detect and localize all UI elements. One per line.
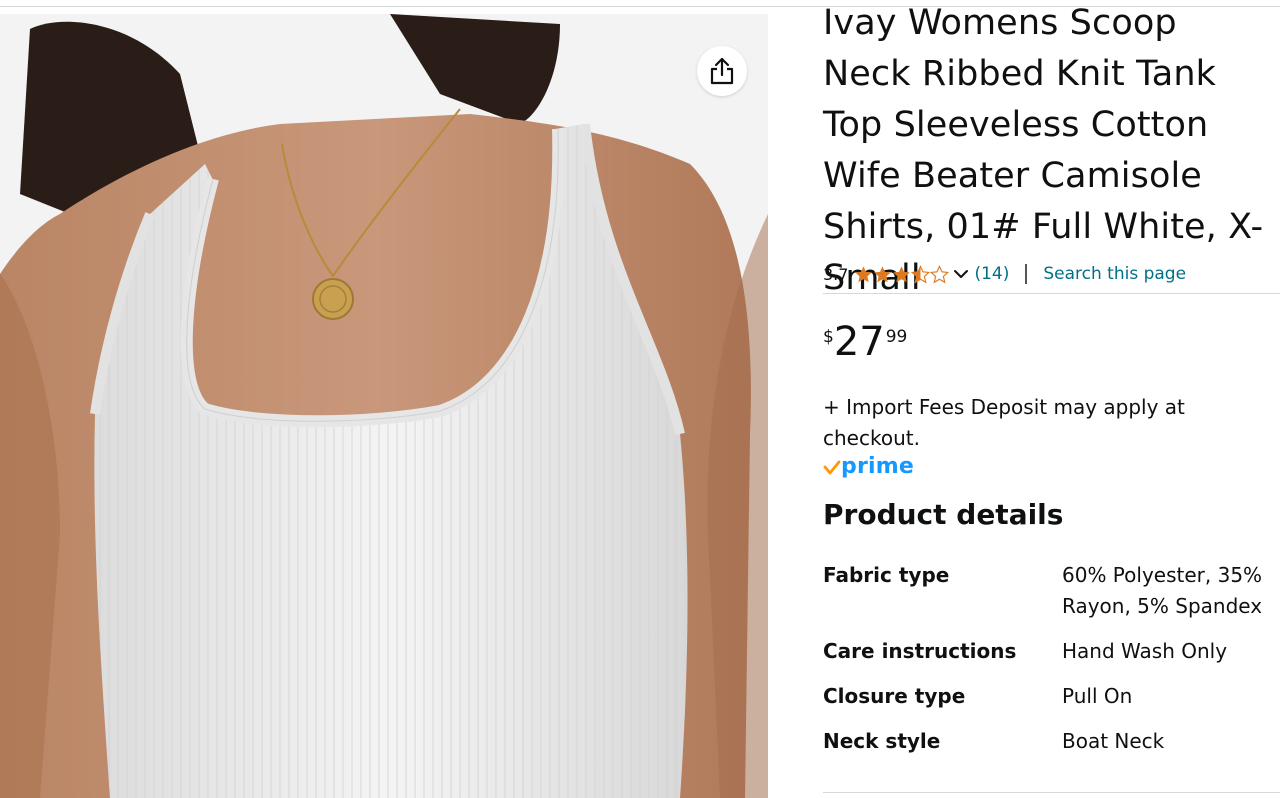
spec-row-closure-type: Closure type Pull On xyxy=(823,681,1280,712)
product-details-table: Fabric type 60% Polyester, 35% Rayon, 5%… xyxy=(823,560,1280,757)
prime-check-icon xyxy=(823,460,841,474)
price-symbol: $ xyxy=(823,327,834,347)
spec-label: Neck style xyxy=(823,729,941,753)
price-fraction: 99 xyxy=(885,327,908,347)
spec-label: Closure type xyxy=(823,684,966,708)
review-count-link[interactable]: (14) xyxy=(974,264,1009,284)
import-fees-note: + Import Fees Deposit may apply at check… xyxy=(823,395,1185,450)
spec-row-fabric-type: Fabric type 60% Polyester, 35% Rayon, 5%… xyxy=(823,560,1280,622)
prime-label: prime xyxy=(841,454,914,479)
share-icon xyxy=(710,57,734,85)
star-rating[interactable] xyxy=(854,264,950,284)
half-star-icon xyxy=(911,264,931,283)
empty-star-icon xyxy=(930,264,950,283)
product-title: Ivay Womens Scoop Neck Ribbed Knit Tank … xyxy=(823,3,1264,298)
divider xyxy=(823,293,1280,294)
divider xyxy=(1025,264,1028,284)
spec-row-care-instructions: Care instructions Hand Wash Only xyxy=(823,636,1280,667)
price: $ 27 99 xyxy=(823,318,907,366)
product-image[interactable] xyxy=(0,14,768,798)
share-button[interactable] xyxy=(697,46,747,96)
spec-value: Hand Wash Only xyxy=(1062,639,1228,663)
spec-value: 60% Polyester, 35% Rayon, 5% Spandex xyxy=(1062,563,1263,618)
rating-value: 3.7 xyxy=(823,264,849,284)
chevron-down-icon[interactable] xyxy=(952,265,970,283)
prime-badge: prime xyxy=(823,454,914,479)
star-icon xyxy=(874,265,892,282)
product-photo xyxy=(0,14,768,798)
rating-row: 3.7 (14) Search this page xyxy=(823,262,1186,286)
spec-row-neck-style: Neck style Boat Neck xyxy=(823,726,1280,757)
search-this-page-link[interactable]: Search this page xyxy=(1043,264,1186,284)
star-icon xyxy=(893,265,911,282)
spec-value: Pull On xyxy=(1062,684,1133,708)
price-whole: 27 xyxy=(833,319,885,365)
spec-value: Boat Neck xyxy=(1062,729,1165,753)
spec-label: Care instructions xyxy=(823,639,1017,663)
star-icon xyxy=(855,265,873,282)
spec-label: Fabric type xyxy=(823,563,950,587)
divider xyxy=(823,792,1280,793)
product-details-heading: Product details xyxy=(823,498,1064,531)
